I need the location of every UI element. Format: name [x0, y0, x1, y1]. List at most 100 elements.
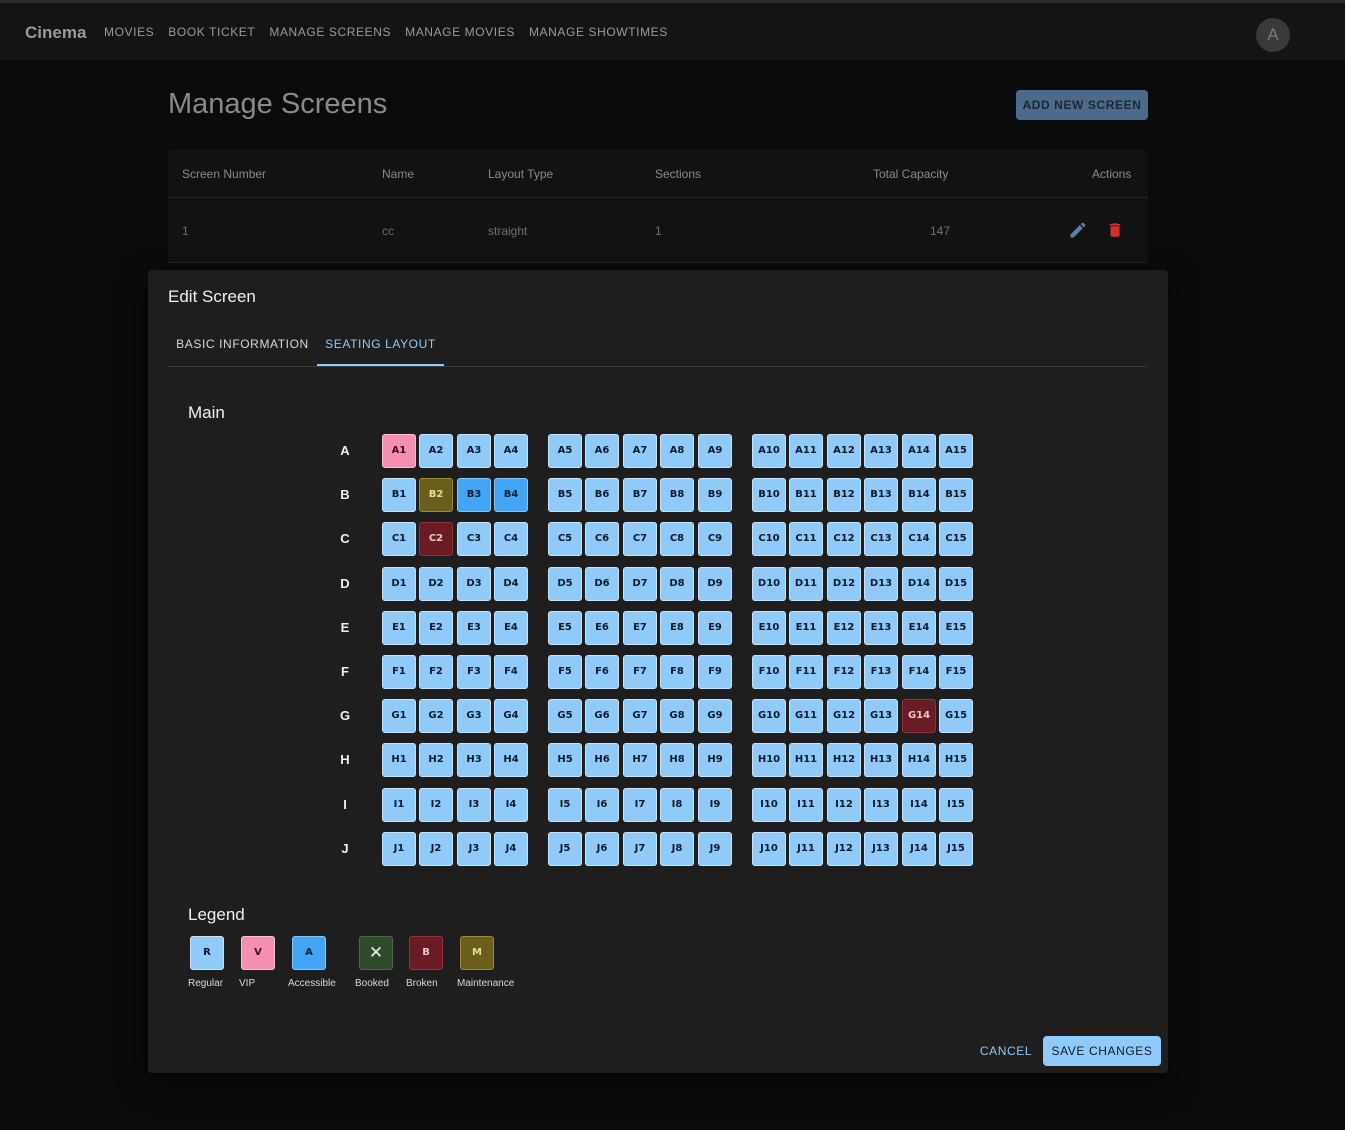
seat-j13[interactable]: J13: [864, 832, 898, 866]
seat-g3[interactable]: G3: [457, 699, 491, 733]
seat-j9[interactable]: J9: [698, 832, 732, 866]
seat-d6[interactable]: D6: [585, 567, 619, 601]
seat-i6[interactable]: I6: [585, 788, 619, 822]
seat-a12[interactable]: A12: [827, 434, 861, 468]
seat-h1[interactable]: H1: [382, 743, 416, 777]
seat-b2[interactable]: B2: [419, 478, 453, 512]
seat-d9[interactable]: D9: [698, 567, 732, 601]
seat-c9[interactable]: C9: [698, 522, 732, 556]
seat-j4[interactable]: J4: [494, 832, 528, 866]
seat-b14[interactable]: B14: [902, 478, 936, 512]
seat-e3[interactable]: E3: [457, 611, 491, 645]
seat-c13[interactable]: C13: [864, 522, 898, 556]
seat-e13[interactable]: E13: [864, 611, 898, 645]
seat-j12[interactable]: J12: [827, 832, 861, 866]
seat-c15[interactable]: C15: [939, 522, 973, 556]
nav-book-ticket[interactable]: BOOK TICKET: [168, 25, 255, 39]
seat-d14[interactable]: D14: [902, 567, 936, 601]
seat-b12[interactable]: B12: [827, 478, 861, 512]
seat-e10[interactable]: E10: [752, 611, 786, 645]
seat-i12[interactable]: I12: [827, 788, 861, 822]
seat-c2[interactable]: C2: [419, 522, 453, 556]
seat-f8[interactable]: F8: [660, 655, 694, 689]
seat-f15[interactable]: F15: [939, 655, 973, 689]
seat-b5[interactable]: B5: [548, 478, 582, 512]
seat-b13[interactable]: B13: [864, 478, 898, 512]
seat-c4[interactable]: C4: [494, 522, 528, 556]
seat-f2[interactable]: F2: [419, 655, 453, 689]
seat-j1[interactable]: J1: [382, 832, 416, 866]
seat-e9[interactable]: E9: [698, 611, 732, 645]
seat-f11[interactable]: F11: [789, 655, 823, 689]
seat-b6[interactable]: B6: [585, 478, 619, 512]
seat-h15[interactable]: H15: [939, 743, 973, 777]
seat-e7[interactable]: E7: [623, 611, 657, 645]
seat-i5[interactable]: I5: [548, 788, 582, 822]
seat-g5[interactable]: G5: [548, 699, 582, 733]
seat-d10[interactable]: D10: [752, 567, 786, 601]
seat-f13[interactable]: F13: [864, 655, 898, 689]
seat-e6[interactable]: E6: [585, 611, 619, 645]
seat-j14[interactable]: J14: [902, 832, 936, 866]
seat-h13[interactable]: H13: [864, 743, 898, 777]
avatar[interactable]: A: [1256, 18, 1290, 52]
header-sections[interactable]: Sections: [655, 167, 701, 181]
nav-manage-showtimes[interactable]: MANAGE SHOWTIMES: [529, 25, 668, 39]
seat-j15[interactable]: J15: [939, 832, 973, 866]
seat-g2[interactable]: G2: [419, 699, 453, 733]
seat-g10[interactable]: G10: [752, 699, 786, 733]
seat-j11[interactable]: J11: [789, 832, 823, 866]
seat-e11[interactable]: E11: [789, 611, 823, 645]
seat-a14[interactable]: A14: [902, 434, 936, 468]
seat-g15[interactable]: G15: [939, 699, 973, 733]
seat-b11[interactable]: B11: [789, 478, 823, 512]
seat-a7[interactable]: A7: [623, 434, 657, 468]
seat-e5[interactable]: E5: [548, 611, 582, 645]
seat-j7[interactable]: J7: [623, 832, 657, 866]
cancel-button[interactable]: CANCEL: [974, 1036, 1038, 1066]
seat-a1[interactable]: A1: [382, 434, 416, 468]
seat-h8[interactable]: H8: [660, 743, 694, 777]
seat-h5[interactable]: H5: [548, 743, 582, 777]
seat-i3[interactable]: I3: [457, 788, 491, 822]
seat-j5[interactable]: J5: [548, 832, 582, 866]
seat-g9[interactable]: G9: [698, 699, 732, 733]
seat-h9[interactable]: H9: [698, 743, 732, 777]
seat-b3[interactable]: B3: [457, 478, 491, 512]
seat-a11[interactable]: A11: [789, 434, 823, 468]
seat-f14[interactable]: F14: [902, 655, 936, 689]
seat-e1[interactable]: E1: [382, 611, 416, 645]
seat-c7[interactable]: C7: [623, 522, 657, 556]
header-screen-number[interactable]: Screen Number: [182, 167, 266, 181]
seat-j10[interactable]: J10: [752, 832, 786, 866]
seat-d15[interactable]: D15: [939, 567, 973, 601]
seat-a2[interactable]: A2: [419, 434, 453, 468]
seat-g4[interactable]: G4: [494, 699, 528, 733]
seat-f5[interactable]: F5: [548, 655, 582, 689]
seat-g11[interactable]: G11: [789, 699, 823, 733]
seat-i1[interactable]: I1: [382, 788, 416, 822]
seat-e12[interactable]: E12: [827, 611, 861, 645]
seat-g8[interactable]: G8: [660, 699, 694, 733]
save-changes-button[interactable]: SAVE CHANGES: [1043, 1036, 1161, 1066]
seat-c6[interactable]: C6: [585, 522, 619, 556]
seat-c1[interactable]: C1: [382, 522, 416, 556]
seat-f1[interactable]: F1: [382, 655, 416, 689]
seat-c8[interactable]: C8: [660, 522, 694, 556]
seat-c12[interactable]: C12: [827, 522, 861, 556]
seat-g13[interactable]: G13: [864, 699, 898, 733]
seat-a8[interactable]: A8: [660, 434, 694, 468]
seat-b9[interactable]: B9: [698, 478, 732, 512]
seat-h10[interactable]: H10: [752, 743, 786, 777]
seat-a10[interactable]: A10: [752, 434, 786, 468]
nav-manage-screens[interactable]: MANAGE SCREENS: [269, 25, 391, 39]
seat-i8[interactable]: I8: [660, 788, 694, 822]
seat-f12[interactable]: F12: [827, 655, 861, 689]
seat-i9[interactable]: I9: [698, 788, 732, 822]
seat-g1[interactable]: G1: [382, 699, 416, 733]
seat-d12[interactable]: D12: [827, 567, 861, 601]
seat-b8[interactable]: B8: [660, 478, 694, 512]
add-new-screen-button[interactable]: ADD NEW SCREEN: [1016, 90, 1148, 120]
seat-h2[interactable]: H2: [419, 743, 453, 777]
seat-a15[interactable]: A15: [939, 434, 973, 468]
